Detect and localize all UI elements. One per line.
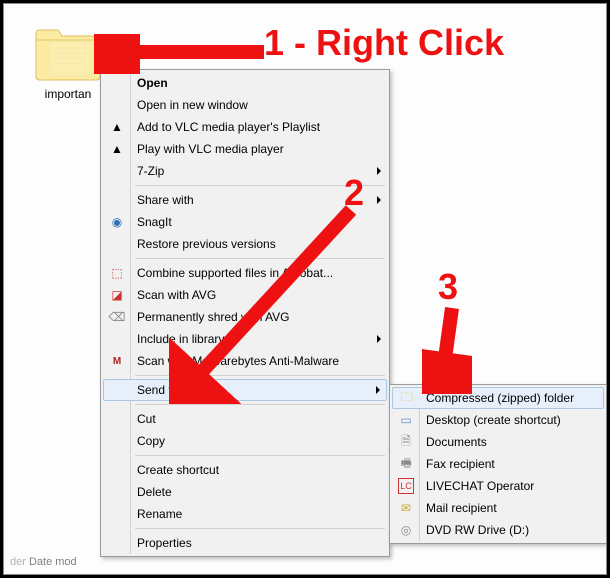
menu-vlc-play[interactable]: ▲ Play with VLC media player [103,138,387,160]
submenu-documents[interactable]: 🗎 Documents [392,431,604,453]
menu-7zip[interactable]: 7-Zip [103,160,387,182]
menu-restore-previous[interactable]: Restore previous versions [103,233,387,255]
menu-label: LIVECHAT Operator [426,479,534,493]
menu-label: Copy [137,434,165,448]
chevron-right-icon [377,335,381,343]
documents-icon: 🗎 [398,434,414,450]
submenu-mail[interactable]: ✉ Mail recipient [392,497,604,519]
menu-separator [135,528,385,529]
context-menu: Open Open in new window ▲ Add to VLC medi… [100,69,390,557]
menu-separator [135,185,385,186]
snagit-icon: ◉ [109,214,125,230]
menu-label: Properties [137,536,192,550]
folder-label: importan [28,87,108,101]
menu-label: Cut [137,412,156,426]
dvd-drive-icon: ◎ [398,522,414,538]
chevron-right-icon [376,386,380,394]
menu-delete[interactable]: Delete [103,481,387,503]
menu-create-shortcut[interactable]: Create shortcut [103,459,387,481]
menu-label: Fax recipient [426,457,495,471]
menu-label: Share with [137,193,194,207]
submenu-fax[interactable]: 🖷 Fax recipient [392,453,604,475]
menu-label: Permanently shred with AVG [137,310,290,324]
menu-open[interactable]: Open [103,72,387,94]
statusbar: der Date mod [10,556,77,568]
acrobat-icon: ⬚ [109,265,125,281]
livechat-icon: LC [398,478,414,494]
submenu-livechat[interactable]: LC LIVECHAT Operator [392,475,604,497]
send-to-submenu: 🗀 Compressed (zipped) folder ▭ Desktop (cr… [389,384,607,544]
menu-label: Include in library [137,332,224,346]
menu-rename[interactable]: Rename [103,503,387,525]
menu-separator [135,258,385,259]
chevron-right-icon [377,167,381,175]
menu-label: Mail recipient [426,501,497,515]
menu-separator [135,375,385,376]
menu-label: Send to [137,383,178,397]
annotation-3-label: 3 [438,266,458,308]
chevron-right-icon [377,196,381,204]
menu-cut[interactable]: Cut [103,408,387,430]
fax-icon: 🖷 [398,456,414,472]
menu-label: Scan with AVG [137,288,216,302]
menu-properties[interactable]: Properties [103,532,387,554]
annotation-arrow-3 [422,304,472,394]
menu-send-to[interactable]: Send to [103,379,387,401]
shred-icon: ⌫ [109,309,125,325]
menu-label: DVD RW Drive (D:) [426,523,529,537]
menu-label: Compressed (zipped) folder [426,391,574,405]
menu-copy[interactable]: Copy [103,430,387,452]
annotation-1-label: 1 - Right Click [264,22,504,64]
menu-shred-avg[interactable]: ⌫ Permanently shred with AVG [103,306,387,328]
menu-open-new-window[interactable]: Open in new window [103,94,387,116]
menu-label: Documents [426,435,487,449]
menu-label: Desktop (create shortcut) [426,413,561,427]
menu-label: SnagIt [137,215,172,229]
submenu-desktop[interactable]: ▭ Desktop (create shortcut) [392,409,604,431]
menu-label: Delete [137,485,172,499]
menu-separator [135,455,385,456]
menu-label: Restore previous versions [137,237,276,251]
menu-label: 7-Zip [137,164,164,178]
vlc-icon: ▲ [109,119,125,135]
folder-icon [32,71,104,85]
avg-icon: ◪ [109,287,125,303]
menu-label: Add to VLC media player's Playlist [137,120,320,134]
mail-icon: ✉ [398,500,414,516]
menu-label: Open [137,76,168,90]
menu-scan-mbam[interactable]: M Scan with Malwarebytes Anti-Malware [103,350,387,372]
mbam-icon: M [109,353,125,369]
explorer-pane[interactable]: importan der Date mod Open Open in new w… [4,4,606,574]
annotation-arrow-1 [94,34,274,74]
submenu-dvd[interactable]: ◎ DVD RW Drive (D:) [392,519,604,541]
menu-label: Create shortcut [137,463,219,477]
menu-label: Scan with Malwarebytes Anti-Malware [137,354,339,368]
menu-share-with[interactable]: Share with [103,189,387,211]
menu-label: Rename [137,507,182,521]
status-date-label: Date mod [29,556,77,568]
submenu-zipped[interactable]: 🗀 Compressed (zipped) folder [392,387,604,409]
menu-separator [135,404,385,405]
menu-label: Open in new window [137,98,248,112]
menu-snagit[interactable]: ◉ SnagIt [103,211,387,233]
menu-combine-acrobat[interactable]: ⬚ Combine supported files in Acrobat... [103,262,387,284]
vlc-icon: ▲ [109,141,125,157]
menu-scan-avg[interactable]: ◪ Scan with AVG [103,284,387,306]
zip-folder-icon: 🗀 [399,390,415,406]
folder-item[interactable]: importan [28,22,108,101]
desktop-icon: ▭ [398,412,414,428]
menu-label: Combine supported files in Acrobat... [137,266,333,280]
menu-label: Play with VLC media player [137,142,284,156]
window-frame: importan der Date mod Open Open in new w… [3,3,607,575]
menu-vlc-add-playlist[interactable]: ▲ Add to VLC media player's Playlist [103,116,387,138]
menu-include-library[interactable]: Include in library [103,328,387,350]
